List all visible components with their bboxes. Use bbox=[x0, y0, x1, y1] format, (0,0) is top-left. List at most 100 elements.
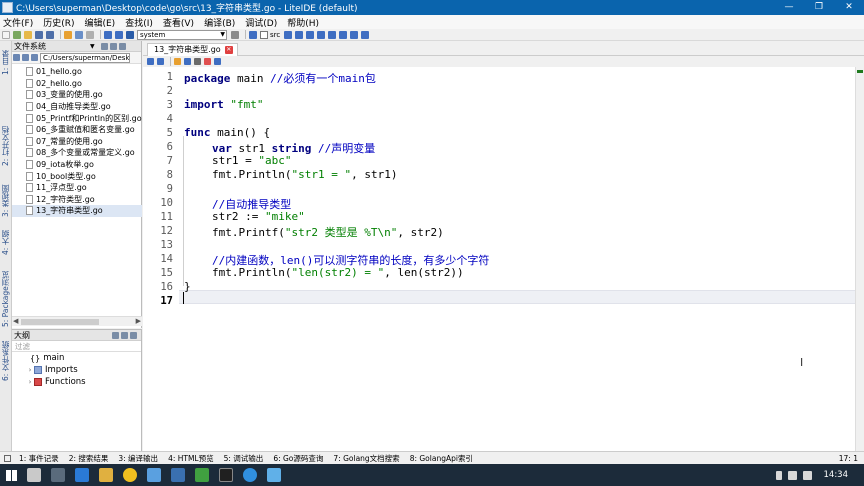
expand-arrow-icon[interactable]: › bbox=[26, 366, 34, 374]
tab-file-system[interactable]: 6: 文件系统 bbox=[0, 335, 12, 387]
file-item[interactable]: 12_字符类型.go bbox=[12, 194, 142, 206]
tab-open-documents[interactable]: 2: 打开文档 bbox=[0, 121, 12, 171]
new-project-icon[interactable] bbox=[13, 30, 21, 39]
start-button[interactable] bbox=[0, 464, 22, 486]
file-item[interactable]: 09_iota枚举.go bbox=[12, 159, 142, 171]
file-item[interactable]: 07_常量的使用.go bbox=[12, 136, 142, 148]
file-item[interactable]: 11_浮点型.go bbox=[12, 182, 142, 194]
build-icon[interactable] bbox=[284, 30, 293, 39]
volume-icon[interactable] bbox=[802, 470, 812, 480]
outline-root-main[interactable]: {} main bbox=[12, 352, 141, 364]
liteide-taskbar-icon[interactable] bbox=[267, 468, 281, 482]
up-folder-icon[interactable] bbox=[31, 54, 38, 61]
chevron-down-icon[interactable]: ▼ bbox=[90, 43, 95, 50]
tab-debug-output[interactable]: 5: 调试输出 bbox=[224, 453, 264, 464]
redo-icon[interactable] bbox=[115, 30, 123, 39]
tab-search-results[interactable]: 2: 搜索结果 bbox=[69, 453, 109, 464]
app-icon[interactable] bbox=[195, 468, 209, 482]
search-icon[interactable] bbox=[27, 468, 41, 482]
file-item[interactable]: 04_自动推导类型.go bbox=[12, 101, 142, 113]
show-info-icon[interactable] bbox=[214, 58, 221, 65]
file-item[interactable]: 10_bool类型.go bbox=[12, 170, 142, 182]
file-item[interactable]: 02_hello.go bbox=[12, 78, 142, 90]
float-icon[interactable] bbox=[109, 42, 117, 50]
file-list-horizontal-scrollbar[interactable]: ◀ ▶ bbox=[12, 316, 142, 326]
copy-icon[interactable] bbox=[75, 30, 83, 39]
edit-environment-icon[interactable] bbox=[231, 30, 239, 39]
menu-debug[interactable]: 调试(D) bbox=[245, 16, 277, 29]
paste-icon[interactable] bbox=[86, 30, 94, 39]
minimize-button[interactable]: — bbox=[774, 0, 804, 15]
menu-edit[interactable]: 编辑(E) bbox=[84, 16, 115, 29]
toggle-output-panel-icon[interactable] bbox=[4, 454, 11, 462]
file-item[interactable]: 05_Printf和Println的区别.go bbox=[12, 112, 142, 124]
terminal-icon[interactable] bbox=[219, 468, 233, 482]
outline-item-functions[interactable]: › Functions bbox=[12, 376, 141, 388]
goto-definition-icon[interactable] bbox=[184, 58, 191, 65]
split-icon[interactable] bbox=[100, 42, 108, 50]
tab-golang-api-index[interactable]: 8: GolangApi索引 bbox=[410, 453, 473, 464]
float-icon[interactable] bbox=[121, 331, 128, 339]
open-folder-icon[interactable] bbox=[24, 30, 32, 39]
file-explorer-icon[interactable] bbox=[99, 468, 113, 482]
python-icon[interactable] bbox=[171, 468, 185, 482]
test-icon[interactable] bbox=[317, 30, 326, 39]
cut-icon[interactable] bbox=[64, 30, 72, 39]
find-icon[interactable] bbox=[126, 30, 134, 39]
tab-html-preview[interactable]: 4: HTML预览 bbox=[168, 453, 214, 464]
menu-build[interactable]: 编译(B) bbox=[204, 16, 235, 29]
forward-icon[interactable] bbox=[22, 54, 29, 61]
scroll-left-icon[interactable]: ◀ bbox=[13, 317, 18, 325]
tab-build-output[interactable]: 3: 编译输出 bbox=[118, 453, 158, 464]
save-icon[interactable] bbox=[35, 30, 43, 39]
tab-package-browser[interactable]: 5: Package浏览 bbox=[0, 267, 12, 331]
menu-history[interactable]: 历史(R) bbox=[43, 16, 74, 29]
maximize-button[interactable]: ❐ bbox=[804, 0, 834, 15]
tab-outline[interactable]: 4: 大纲 bbox=[0, 225, 12, 261]
build-menu-icon[interactable] bbox=[328, 30, 337, 39]
menu-help[interactable]: 帮助(H) bbox=[287, 16, 319, 29]
tab-directory[interactable]: 1: 目录 bbox=[0, 45, 12, 81]
editor-vertical-scrollbar[interactable] bbox=[855, 67, 864, 451]
file-item-selected[interactable]: 13_字符串类型.go bbox=[12, 205, 142, 217]
menu-file[interactable]: 文件(F) bbox=[3, 16, 33, 29]
editor-tab-13[interactable]: 13_字符串类型.go ✕ bbox=[147, 43, 238, 56]
network-icon[interactable] bbox=[787, 470, 797, 480]
edge-browser-icon[interactable] bbox=[75, 468, 89, 482]
install-icon[interactable] bbox=[295, 30, 304, 39]
close-panel-icon[interactable] bbox=[118, 42, 126, 50]
chevron-up-icon[interactable] bbox=[775, 470, 782, 480]
new-file-icon[interactable] bbox=[2, 30, 10, 39]
save-all-icon[interactable] bbox=[46, 30, 54, 39]
path-input[interactable]: C:/Users/superman/Deskt bbox=[40, 52, 130, 63]
format-icon[interactable] bbox=[194, 58, 201, 65]
bookmark-icon[interactable] bbox=[174, 58, 181, 65]
close-panel-icon[interactable] bbox=[130, 331, 137, 339]
media-icon[interactable] bbox=[243, 468, 257, 482]
file-item[interactable]: 01_hello.go bbox=[12, 66, 142, 78]
undo-icon[interactable] bbox=[104, 30, 112, 39]
tab-go-source-query[interactable]: 6: Go源码查询 bbox=[273, 453, 323, 464]
file-item[interactable]: 06_多重赋值和匿名变量.go bbox=[12, 124, 142, 136]
chrome-browser-icon[interactable] bbox=[123, 468, 137, 482]
file-item[interactable]: 08_多个变量或常量定义.go bbox=[12, 147, 142, 159]
menu-find[interactable]: 查找(I) bbox=[125, 16, 153, 29]
expand-arrow-icon[interactable]: › bbox=[26, 378, 34, 386]
debug-menu-icon[interactable] bbox=[350, 30, 359, 39]
forward-navigation-icon[interactable] bbox=[157, 58, 164, 65]
outline-item-imports[interactable]: › Imports bbox=[12, 364, 141, 376]
scrollbar-thumb[interactable] bbox=[21, 319, 99, 325]
run-icon[interactable] bbox=[306, 30, 315, 39]
outline-filter-input[interactable]: 过滤 bbox=[12, 341, 141, 352]
app-icon[interactable] bbox=[147, 468, 161, 482]
tab-golang-doc-search[interactable]: 7: Golang文档搜索 bbox=[333, 453, 399, 464]
file-item[interactable]: 03_变量的使用.go bbox=[12, 89, 142, 101]
gear-icon[interactable] bbox=[249, 30, 257, 39]
godoc-icon[interactable] bbox=[361, 30, 370, 39]
split-icon[interactable] bbox=[112, 331, 119, 339]
code-editor[interactable]: package main //必须有一个main包 import "fmt" f… bbox=[179, 67, 855, 451]
breakpoint-icon[interactable] bbox=[204, 58, 211, 65]
menu-view[interactable]: 查看(V) bbox=[163, 16, 194, 29]
back-icon[interactable] bbox=[13, 54, 20, 61]
close-button[interactable]: ✕ bbox=[834, 0, 864, 15]
